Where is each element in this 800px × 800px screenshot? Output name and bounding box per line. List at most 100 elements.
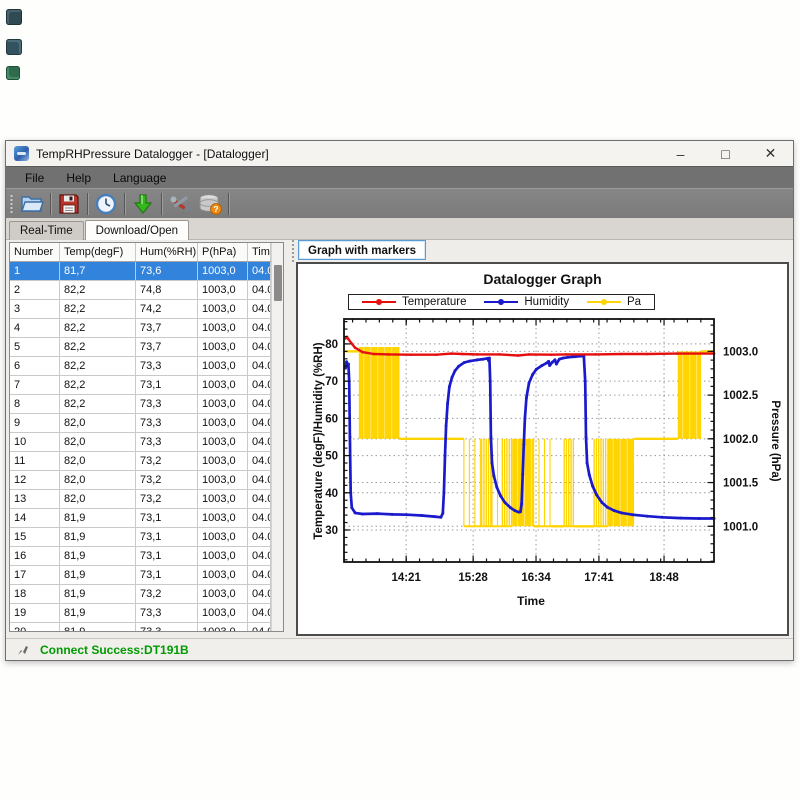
- tab-real-time[interactable]: Real-Time: [9, 221, 84, 240]
- table-row[interactable]: 982,073,31003,004.06.2023 13...: [10, 414, 271, 433]
- table-scrollbar[interactable]: [271, 243, 283, 631]
- table-row[interactable]: 1382,073,21003,004.06.2023 13...: [10, 490, 271, 509]
- screenshot-canvas: TempRHPressure Datalogger - [Datalogger]…: [0, 0, 800, 800]
- table-cell: 04.06.2023 13...: [248, 623, 271, 631]
- table-cell: 82,0: [60, 490, 136, 508]
- table-cell: 1003,0: [198, 262, 248, 280]
- toolbar-separator: [50, 193, 51, 215]
- table-cell: 82,0: [60, 414, 136, 432]
- real-time-button[interactable]: [91, 191, 121, 217]
- table-cell: 04.06.2023 13...: [248, 547, 271, 565]
- table-row[interactable]: 582,273,71003,004.06.2023 13...: [10, 338, 271, 357]
- svg-text:30: 30: [325, 525, 338, 537]
- settings-button[interactable]: [165, 191, 195, 217]
- table-cell: 82,2: [60, 395, 136, 413]
- table-cell: 6: [10, 357, 60, 375]
- table-cell: 04.06.2023 13...: [248, 300, 271, 318]
- table-row[interactable]: 682,273,31003,004.06.2023 13...: [10, 357, 271, 376]
- menu-help[interactable]: Help: [57, 169, 100, 187]
- table-cell: 73,6: [136, 262, 198, 280]
- table-cell: 04.06.2023 13...: [248, 509, 271, 527]
- table-cell: 73,3: [136, 433, 198, 451]
- table-row[interactable]: 782,273,11003,004.06.2023 13...: [10, 376, 271, 395]
- table-row[interactable]: 282,274,81003,004.06.2023 13...: [10, 281, 271, 300]
- table-row[interactable]: 1182,073,21003,004.06.2023 13...: [10, 452, 271, 471]
- tab-download-open[interactable]: Download/Open: [85, 220, 189, 240]
- table-header-row: Number Temp(degF) Hum(%RH) P(hPa) Time: [10, 243, 271, 262]
- connection-icon: [16, 643, 30, 657]
- table-cell: 82,2: [60, 319, 136, 337]
- chart-plot: 3040506070801003.01002.51002.01001.51001…: [298, 264, 787, 634]
- data-table-panel: Number Temp(degF) Hum(%RH) P(hPa) Time 1…: [9, 242, 284, 632]
- table-cell: 1: [10, 262, 60, 280]
- table-cell: 3: [10, 300, 60, 318]
- table-row[interactable]: 2081,973,31003,004.06.2023 13...: [10, 623, 271, 631]
- menu-file[interactable]: File: [16, 169, 53, 187]
- table-cell: 74,2: [136, 300, 198, 318]
- col-header-p[interactable]: P(hPa): [198, 243, 248, 261]
- table-cell: 73,2: [136, 471, 198, 489]
- save-button[interactable]: [54, 191, 84, 217]
- close-button[interactable]: ✕: [748, 141, 793, 166]
- table-row[interactable]: 1581,973,11003,004.06.2023 13...: [10, 528, 271, 547]
- menu-language[interactable]: Language: [104, 169, 175, 187]
- table-cell: 04.06.2023 13...: [248, 566, 271, 584]
- table-cell: 10: [10, 433, 60, 451]
- table-row[interactable]: 382,274,21003,004.06.2023 13...: [10, 300, 271, 319]
- chart-title: Datalogger Graph: [298, 271, 787, 287]
- table-cell: 4: [10, 319, 60, 337]
- table-row[interactable]: 1681,973,11003,004.06.2023 13...: [10, 547, 271, 566]
- table-row[interactable]: 1781,973,11003,004.06.2023 13...: [10, 566, 271, 585]
- open-file-button[interactable]: [17, 191, 47, 217]
- panel-splitter[interactable]: [292, 240, 295, 262]
- col-header-time[interactable]: Time: [248, 243, 271, 261]
- graph-with-markers-button[interactable]: Graph with markers: [298, 240, 426, 260]
- table-row[interactable]: 1881,973,21003,004.06.2023 13...: [10, 585, 271, 604]
- col-header-temp[interactable]: Temp(degF): [60, 243, 136, 261]
- table-cell: 81,9: [60, 547, 136, 565]
- table-row[interactable]: 882,273,31003,004.06.2023 13...: [10, 395, 271, 414]
- table-cell: 1003,0: [198, 528, 248, 546]
- app-window: TempRHPressure Datalogger - [Datalogger]…: [5, 140, 794, 661]
- app-icon: [14, 146, 29, 161]
- table-cell: 81,9: [60, 585, 136, 603]
- table-cell: 5: [10, 338, 60, 356]
- statusbar: Connect Success:DT191B: [6, 638, 793, 660]
- desktop-icon-1[interactable]: [6, 9, 22, 25]
- toolbar-grip[interactable]: [9, 193, 14, 215]
- table-cell: 04.06.2023 13...: [248, 604, 271, 622]
- svg-text:60: 60: [325, 413, 338, 425]
- download-button[interactable]: [128, 191, 158, 217]
- table-cell: 74,8: [136, 281, 198, 299]
- tools-icon: [168, 193, 192, 215]
- table-row[interactable]: 1981,973,31003,004.06.2023 13...: [10, 604, 271, 623]
- col-header-hum[interactable]: Hum(%RH): [136, 243, 198, 261]
- table-cell: 82,2: [60, 281, 136, 299]
- table-cell: 2: [10, 281, 60, 299]
- legend-label: Temperature: [402, 296, 467, 308]
- table-cell: 13: [10, 490, 60, 508]
- table-row[interactable]: 1282,073,21003,004.06.2023 13...: [10, 471, 271, 490]
- maximize-button[interactable]: □: [703, 141, 748, 166]
- table-row[interactable]: 181,773,61003,004.06.2023 13...: [10, 262, 271, 281]
- legend-swatch: [587, 301, 621, 303]
- table-row[interactable]: 1481,973,11003,004.06.2023 13...: [10, 509, 271, 528]
- table-cell: 73,2: [136, 452, 198, 470]
- desktop-icon-2[interactable]: [6, 39, 22, 55]
- table-row[interactable]: 1082,073,31003,004.06.2023 13...: [10, 433, 271, 452]
- col-header-number[interactable]: Number: [10, 243, 60, 261]
- table-cell: 73,7: [136, 338, 198, 356]
- desktop-icon-3[interactable]: [6, 66, 20, 80]
- table-cell: 1003,0: [198, 509, 248, 527]
- svg-text:1002.5: 1002.5: [723, 390, 759, 402]
- table-cell: 1003,0: [198, 566, 248, 584]
- minimize-button[interactable]: –: [658, 141, 703, 166]
- table-cell: 1003,0: [198, 490, 248, 508]
- table-cell: 82,2: [60, 376, 136, 394]
- table-row[interactable]: 482,273,71003,004.06.2023 13...: [10, 319, 271, 338]
- table-cell: 04.06.2023 13...: [248, 471, 271, 489]
- device-data-button[interactable]: ?: [195, 191, 225, 217]
- table-scrollbar-thumb[interactable]: [274, 265, 282, 301]
- svg-text:80: 80: [325, 339, 338, 351]
- table-cell: 04.06.2023 13...: [248, 319, 271, 337]
